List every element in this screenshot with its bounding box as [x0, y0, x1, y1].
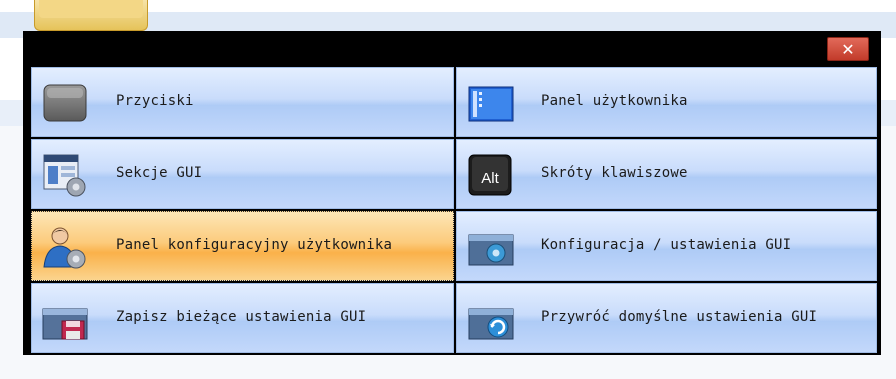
app-tab-highlight: [39, 0, 143, 18]
option-label: Skróty klawiszowe: [541, 165, 688, 181]
option-keyboard-shortcuts[interactable]: Alt Skróty klawiszowe: [456, 139, 877, 209]
option-user-config-panel[interactable]: Panel konfiguracyjny użytkownika: [31, 211, 454, 281]
option-buttons[interactable]: Przyciski: [31, 67, 454, 137]
button-icon: [43, 84, 87, 122]
option-user-panel[interactable]: Panel użytkownika: [456, 67, 877, 137]
user-config-icon: [43, 227, 86, 269]
save-settings-icon: [42, 308, 88, 340]
option-label: Konfiguracja / ustawienia GUI: [541, 237, 792, 253]
user-panel-icon: [468, 86, 514, 122]
close-button[interactable]: ✕: [827, 37, 869, 61]
gui-settings-icon: [468, 234, 514, 266]
alt-key-icon: Alt: [468, 154, 512, 196]
option-label: Sekcje GUI: [116, 165, 203, 181]
dialog-titlebar[interactable]: ✕: [23, 31, 881, 65]
option-grid: Przyciski Panel użytkownika Sekcje GUI A…: [31, 67, 877, 353]
option-gui-settings[interactable]: Konfiguracja / ustawienia GUI: [456, 211, 877, 281]
option-label: Panel użytkownika: [541, 93, 688, 109]
option-label: Przywróć domyślne ustawienia GUI: [541, 309, 818, 325]
option-save-gui-settings[interactable]: Zapisz bieżące ustawienia GUI: [31, 283, 454, 353]
settings-dialog: ✕ Przyciski Panel użytkownika Sekcje GUI…: [23, 31, 881, 355]
option-gui-sections[interactable]: Sekcje GUI: [31, 139, 454, 209]
gui-sections-icon: [43, 154, 86, 197]
option-label: Przyciski: [116, 93, 194, 109]
app-tab[interactable]: [34, 0, 148, 31]
restore-defaults-icon: [468, 308, 514, 340]
option-restore-default-gui-settings[interactable]: Przywróć domyślne ustawienia GUI: [456, 283, 877, 353]
option-label: Panel konfiguracyjny użytkownika: [116, 237, 393, 253]
alt-key-text: Alt: [481, 170, 499, 187]
option-label: Zapisz bieżące ustawienia GUI: [116, 309, 367, 325]
